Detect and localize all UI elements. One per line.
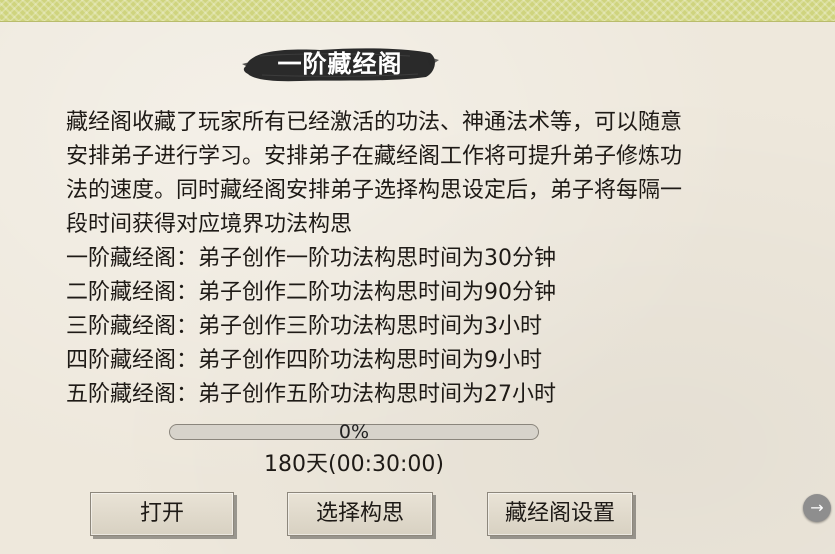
page-title: 一阶藏经阁 — [277, 50, 403, 78]
tier-info-line: 一阶藏经阁：弟子创作一阶功法构思时间为30分钟 — [66, 246, 556, 271]
tier-info-line: 四阶藏经阁：弟子创作四阶功法构思时间为9小时 — [66, 348, 542, 373]
description-line: 法的速度。同时藏经阁安排弟子选择构思设定后，弟子将每隔一 — [66, 178, 683, 203]
library-settings-button[interactable]: 藏经阁设置 — [487, 492, 633, 536]
title-banner: 一阶藏经阁 — [240, 44, 440, 84]
arrow-right-icon[interactable]: → — [803, 494, 831, 522]
description-line: 安排弟子进行学习。安排弟子在藏经阁工作将可提升弟子修炼功 — [66, 144, 683, 169]
countdown-timer: 180天(00:30:00) — [264, 452, 444, 477]
tier-info-line: 五阶藏经阁：弟子创作五阶功法构思时间为27小时 — [66, 382, 556, 407]
description-line: 段时间获得对应境界功法构思 — [66, 212, 353, 237]
tier-info-line: 三阶藏经阁：弟子创作三阶功法构思时间为3小时 — [66, 314, 542, 339]
open-button[interactable]: 打开 — [90, 492, 234, 536]
decorative-top-border — [0, 0, 835, 22]
progress-percent-label: 0% — [338, 421, 370, 443]
tier-info-line: 二阶藏经阁：弟子创作二阶功法构思时间为90分钟 — [66, 280, 556, 305]
description-line: 藏经阁收藏了玩家所有已经激活的功法、神通法术等，可以随意 — [66, 110, 683, 135]
description-block: 藏经阁收藏了玩家所有已经激活的功法、神通法术等，可以随意 安排弟子进行学习。安排… — [66, 106, 766, 412]
select-idea-button[interactable]: 选择构思 — [287, 492, 433, 536]
